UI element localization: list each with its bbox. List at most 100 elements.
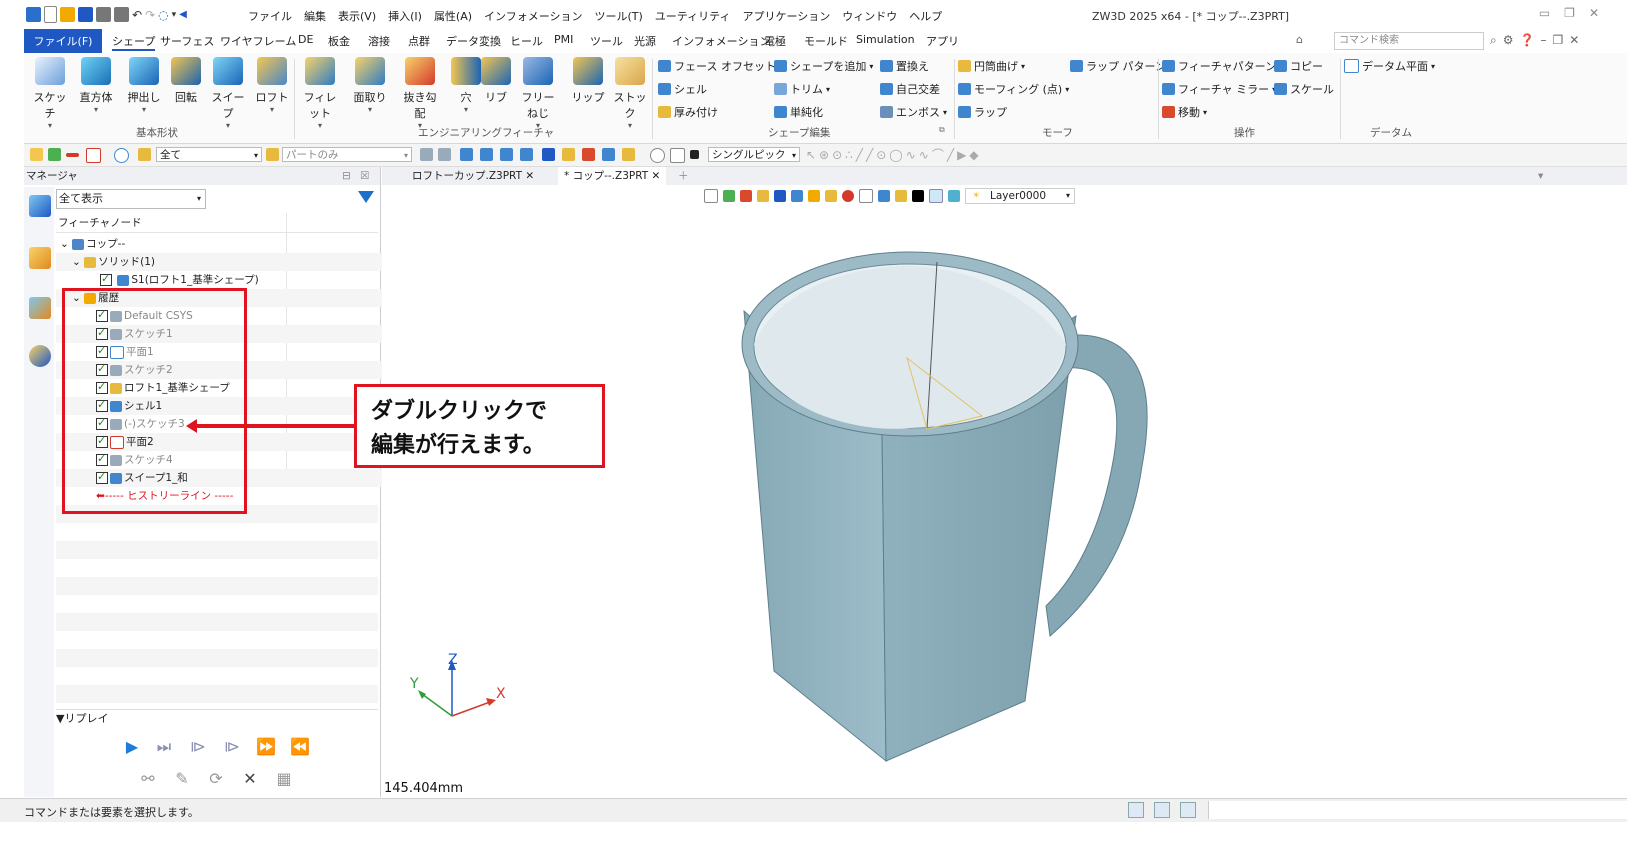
restore-ribbon-icon[interactable]: ❐ <box>1552 33 1563 48</box>
menu-edit[interactable]: 編集 <box>304 8 326 24</box>
move-button[interactable]: 移動 ▾ <box>1162 104 1207 120</box>
cylinder-bend-button[interactable]: 円筒曲げ ▾ <box>958 58 1025 74</box>
redo-icon[interactable]: ↷ <box>145 8 155 22</box>
draft-button[interactable]: 抜き勾配 ▾ <box>400 57 440 130</box>
part-view-icon[interactable] <box>29 247 51 269</box>
tab-pmi[interactable]: PMI <box>554 33 573 46</box>
wrap-pattern-button[interactable]: ラップ パターン <box>1070 58 1166 74</box>
tab-shape[interactable]: シェープ <box>112 33 156 51</box>
menu-view[interactable]: 表示(V) <box>338 8 376 24</box>
filter-combo[interactable]: 全て ▾ <box>156 147 262 162</box>
tree-node-root[interactable]: ⌄ コップ-- <box>56 235 382 253</box>
step-next-icon[interactable]: ⧐ <box>222 737 242 757</box>
revolve-button[interactable]: 回転 <box>166 57 206 105</box>
restore-icon[interactable]: ❐ <box>1564 6 1575 20</box>
tab-mold[interactable]: モールド <box>804 33 848 49</box>
fast-forward-icon[interactable]: ⏩ <box>256 737 276 757</box>
morph-point-button[interactable]: モーフィング (点) ▾ <box>958 81 1069 97</box>
menu-help[interactable]: ヘルプ <box>909 8 942 24</box>
tree-node-solids[interactable]: ⌄ ソリッド(1) <box>56 253 394 271</box>
tab-wireframe[interactable]: ワイヤフレーム <box>220 33 296 49</box>
chevron-down-icon[interactable]: ▾ <box>76 105 116 114</box>
face-offset-button[interactable]: フェース オフセット▾ <box>658 58 783 74</box>
tab-apps[interactable]: アプリ <box>926 33 959 49</box>
menu-insert[interactable]: 挿入(I) <box>388 8 422 24</box>
pick-mode-combo[interactable]: シングルピック ▾ <box>708 147 800 162</box>
filter-edge-icon[interactable] <box>480 148 493 161</box>
clock-icon[interactable] <box>650 148 665 163</box>
free-thread-button[interactable]: フリーねじ ▾ <box>518 57 558 130</box>
camera-icon[interactable] <box>622 148 635 161</box>
simplify-button[interactable]: 単純化 <box>774 104 823 120</box>
trim-button[interactable]: トリム ▾ <box>774 81 830 97</box>
feature-pattern-button[interactable]: フィーチャパターン▾ <box>1162 58 1283 74</box>
link-icon[interactable]: ⚯ <box>138 769 158 789</box>
lasso-icon[interactable] <box>114 148 129 163</box>
scale-button[interactable]: スケール <box>1274 81 1334 97</box>
wrap-button[interactable]: ラップ <box>958 104 1007 120</box>
gear-icon[interactable]: ⚙ <box>1503 33 1514 48</box>
tree-display-filter[interactable]: 全て表示 ▾ <box>56 189 206 209</box>
chevron-down-icon[interactable]: ▾ <box>446 105 486 114</box>
tab-electrode[interactable]: 電極 <box>764 33 786 49</box>
feature-mirror-button[interactable]: フィーチャ ミラー▾ <box>1162 81 1276 97</box>
status-input-field[interactable] <box>1208 801 1627 819</box>
search-icon[interactable]: ⌕ <box>1490 33 1497 48</box>
sketch-tools-icons[interactable]: ↖⊛⊙∴╱╱⊙◯∿∿⌒╱▶◆ <box>806 146 982 163</box>
close-icon[interactable]: ✕ <box>1589 6 1599 20</box>
tab-sheetmetal[interactable]: 板金 <box>328 33 350 49</box>
command-search-input[interactable]: コマンド検索 <box>1334 32 1484 50</box>
home-icon[interactable]: ⌂ <box>1296 33 1303 46</box>
tree-node-solid-s1[interactable]: S1(ロフト1_基準シェープ) <box>56 270 422 289</box>
shell-button[interactable]: シェル <box>658 81 707 97</box>
chevron-down-icon[interactable]: ▾ <box>208 121 248 130</box>
panel-close-icon[interactable]: ☒ <box>360 167 369 185</box>
help-icon[interactable]: ❓ <box>1520 33 1535 48</box>
menu-tools[interactable]: ツール(T) <box>595 8 643 24</box>
tab-weld[interactable]: 溶接 <box>368 33 390 49</box>
copy-button[interactable]: コピー <box>1274 58 1323 74</box>
emboss-button[interactable]: エンボス ▾ <box>880 104 947 120</box>
step-forward-icon[interactable]: ⧐ <box>188 737 208 757</box>
customize-dropdown-icon[interactable]: ▾ <box>172 10 177 20</box>
menu-information[interactable]: インフォメーション <box>484 8 582 24</box>
minimize-icon[interactable]: ▭ <box>1539 6 1550 20</box>
tab-surface[interactable]: サーフェス <box>160 33 214 49</box>
box-select-icon[interactable] <box>86 148 101 163</box>
step-end-icon[interactable]: ⏭ <box>154 737 174 757</box>
chevron-down-icon[interactable]: ⌄ <box>60 238 69 250</box>
tab-data-convert[interactable]: データ変換 <box>446 33 501 49</box>
filter-shape-icon[interactable] <box>602 148 615 161</box>
pick-arrow-icon[interactable] <box>542 148 555 161</box>
select-pointer-icon[interactable] <box>30 148 43 161</box>
filter-face-icon[interactable] <box>460 148 473 161</box>
tab-simulation[interactable]: Simulation <box>856 33 915 46</box>
pencil-icon[interactable]: ✎ <box>172 769 192 789</box>
replace-button[interactable]: 置換え <box>880 58 929 74</box>
assembly-icon[interactable] <box>29 297 51 319</box>
snap-icon[interactable] <box>438 148 451 161</box>
box-button[interactable]: 直方体 ▾ <box>76 57 116 114</box>
undo-icon[interactable]: ↶ <box>132 8 142 22</box>
menu-application[interactable]: アプリケーション <box>743 8 831 24</box>
3d-viewport[interactable]: ☀ Layer0000 ▾ Z X Y 145.404mm <box>382 186 1627 797</box>
tab-heel[interactable]: ヒール <box>510 33 543 49</box>
cup-model[interactable] <box>382 186 1627 797</box>
tab-list-icon[interactable]: ▾ <box>1532 167 1549 185</box>
stock-button[interactable]: ストック ▾ <box>610 57 650 130</box>
chevron-down-icon[interactable]: ▾ <box>300 121 340 130</box>
tab-file[interactable]: ファイル(F) <box>24 29 102 53</box>
layout-icon[interactable] <box>1128 802 1144 818</box>
doc-tab-loft-cup[interactable]: ロフトーカップ.Z3PRT ✕ <box>406 167 540 185</box>
play-icon[interactable]: ▶ <box>122 737 142 757</box>
close-icon[interactable]: ✕ <box>525 170 534 182</box>
rib-button[interactable]: リブ <box>476 57 516 105</box>
chevron-down-icon[interactable]: ▾ <box>610 121 650 130</box>
print-preview-icon[interactable] <box>114 7 129 22</box>
loft-button[interactable]: ロフト ▾ <box>252 57 292 114</box>
close-doc-icon[interactable]: ✕ <box>1569 33 1579 48</box>
extrude-button[interactable]: 押出し ▾ <box>124 57 164 114</box>
chamfer-button[interactable]: 面取り ▾ <box>350 57 390 114</box>
tab-de[interactable]: DE <box>298 33 313 46</box>
pin-icon[interactable] <box>670 148 685 163</box>
